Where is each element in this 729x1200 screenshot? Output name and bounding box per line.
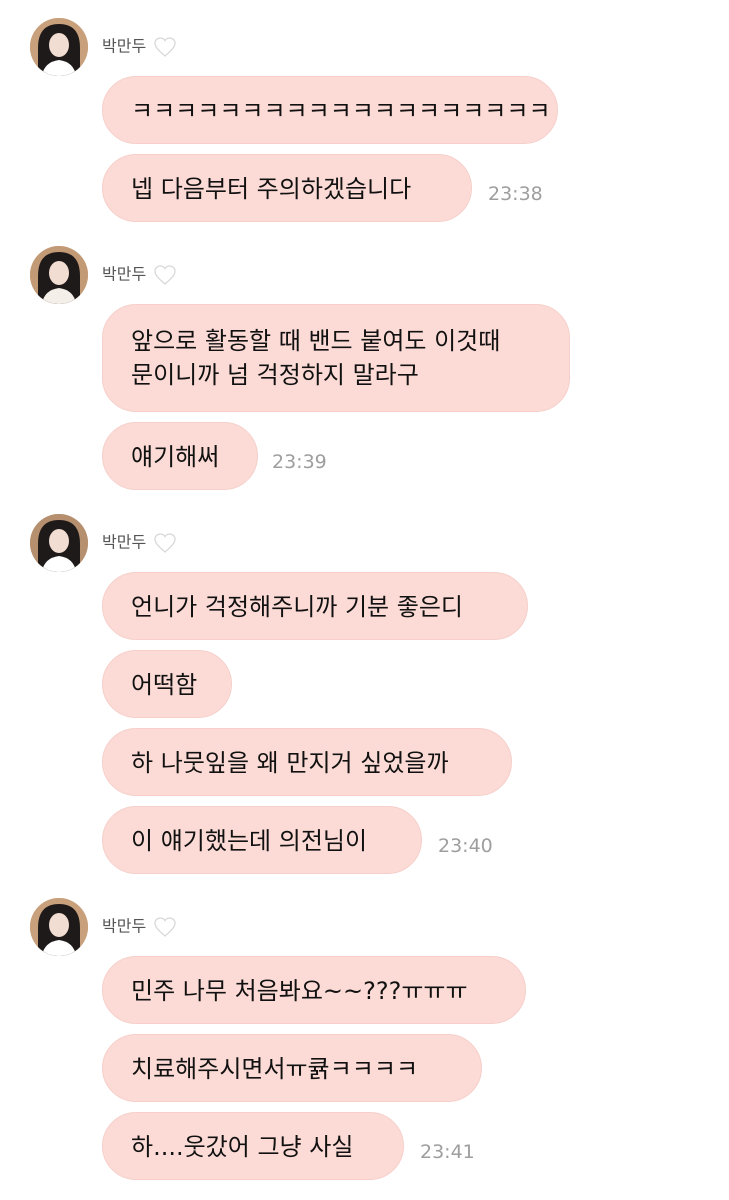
sender-name: 박만두 [102,262,177,286]
message-bubble[interactable]: 이 얘기했는데 의전님이 [102,806,422,874]
white-heart-icon [153,532,177,554]
message-bubble[interactable]: 치료해주시면서ㅠ큙ㅋㅋㅋㅋ [102,1034,482,1102]
sender-name: 박만두 [102,914,177,938]
message-time: 23:38 [488,183,543,205]
white-heart-icon [153,916,177,938]
message-time: 23:39 [272,451,327,473]
message-bubble[interactable]: 앞으로 활동할 때 밴드 붙여도 이것때 문이니까 넘 걱정하지 말라구 [102,304,570,412]
avatar[interactable] [30,18,88,76]
message-line: 문이니까 넘 걱정하지 말라구 [131,361,419,389]
message-bubble[interactable]: 넵 다음부터 주의하겠습니다 [102,154,472,222]
sender-name: 박만두 [102,530,177,554]
avatar[interactable] [30,514,88,572]
white-heart-icon [153,264,177,286]
message-time: 23:40 [438,835,493,857]
sender-name-text: 박만두 [102,36,147,56]
sender-name-text: 박만두 [102,916,147,936]
message-bubble[interactable]: 민주 나무 처음봐요~~???ㅠㅠㅠ [102,956,526,1024]
avatar[interactable] [30,246,88,304]
message-bubble[interactable]: 어떡함 [102,650,232,718]
sender-name: 박만두 [102,34,177,58]
sender-name-text: 박만두 [102,264,147,284]
message-bubble[interactable]: 얘기해써 [102,422,258,490]
message-bubble[interactable]: ㅋㅋㅋㅋㅋㅋㅋㅋㅋㅋㅋㅋㅋㅋㅋㅋㅋㅋㅋ [102,76,558,144]
message-time: 23:41 [420,1141,475,1163]
avatar[interactable] [30,898,88,956]
sender-name-text: 박만두 [102,532,147,552]
white-heart-icon [153,36,177,58]
message-bubble[interactable]: 언니가 걱정해주니까 기분 좋은디 [102,572,528,640]
message-bubble[interactable]: 하 나뭇잎을 왜 만지거 싶었을까 [102,728,512,796]
message-bubble[interactable]: 하....웃갔어 그냥 사실 [102,1112,404,1180]
message-line: 앞으로 활동할 때 밴드 붙여도 이것때 [131,327,501,355]
